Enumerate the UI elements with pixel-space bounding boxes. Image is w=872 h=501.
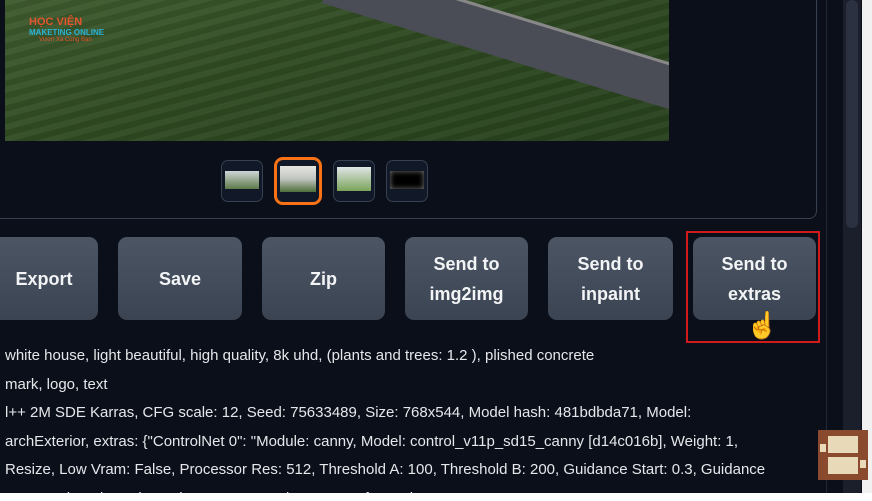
thumbnail-4[interactable] — [386, 160, 428, 202]
generation-info: white house, light beautiful, high quali… — [5, 342, 815, 501]
hand-cursor-icon: ☝ — [746, 310, 779, 340]
thumbnail-3[interactable] — [333, 160, 375, 202]
export-button[interactable]: Export — [0, 237, 98, 320]
logo-line2: MAKETING ONLINE — [29, 28, 105, 37]
scrollbar[interactable] — [843, 0, 861, 501]
info-line: mark, logo, text — [5, 375, 108, 393]
window-edge — [862, 0, 872, 501]
gallery-thumbnails — [221, 157, 428, 205]
info-line: l++ 2M SDE Karras, CFG scale: 12, Seed: … — [5, 404, 692, 421]
logo-line3: Vươn Xa Cùng Bạn — [39, 37, 92, 43]
info-line: Resize, Low Vram: False, Processor Res: … — [5, 461, 766, 478]
send-to-img2img-button[interactable]: Send to img2img — [405, 237, 528, 320]
column-divider — [826, 0, 827, 501]
thumbnail-1[interactable] — [221, 160, 263, 202]
channel-logo-icon — [818, 430, 868, 480]
scrollbar-thumb[interactable] — [846, 0, 858, 228]
info-line: archExterior, extras: {"ControlNet 0": "… — [5, 432, 739, 450]
save-button[interactable]: Save — [118, 237, 242, 320]
image-preview[interactable]: HỌC VIỆN MAKETING ONLINE Vươn Xa Cùng Bạ… — [5, 0, 669, 141]
info-line: white house, light beautiful, high quali… — [5, 347, 595, 364]
zip-button[interactable]: Zip — [262, 237, 385, 320]
thumbnail-2-selected[interactable] — [274, 157, 322, 205]
logo-line1: HỌC VIỆN — [29, 16, 83, 28]
window-bottom-edge — [0, 493, 872, 501]
send-to-inpaint-button[interactable]: Send to inpaint — [548, 237, 673, 320]
watermark-logo: HỌC VIỆN MAKETING ONLINE Vươn Xa Cùng Bạ… — [29, 16, 109, 43]
